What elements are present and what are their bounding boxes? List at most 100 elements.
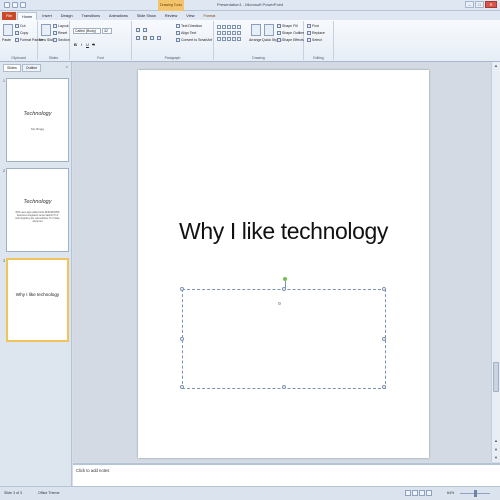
shape-outline-button[interactable]: Shape Outline	[277, 31, 304, 35]
justify-icon[interactable]	[157, 36, 161, 40]
shape-effects-button[interactable]: Shape Effects	[277, 38, 304, 42]
bold-button[interactable]: B	[73, 42, 78, 47]
slideshow-icon[interactable]	[426, 490, 432, 496]
scroll-up-icon[interactable]: ▲	[492, 62, 500, 69]
tab-review[interactable]: Review	[161, 12, 181, 20]
paste-button[interactable]: Paste	[2, 38, 11, 42]
shape-fill-button[interactable]: Shape Fill	[277, 24, 298, 28]
normal-view-icon[interactable]	[405, 490, 411, 496]
close-pane-icon[interactable]: ×	[66, 64, 68, 69]
slide-thumbnail-2[interactable]: Technology RDS uses apps added tools RFI…	[6, 168, 69, 252]
section-icon	[53, 38, 57, 42]
font-group: Calibri (Body) 32 B I U S Font	[70, 21, 132, 60]
shape-icon	[222, 37, 226, 41]
slide-thumbnail-1[interactable]: Technology Ms. Bragg	[6, 78, 69, 162]
smartart-label: Convert to SmartArt	[181, 38, 212, 42]
align-text-icon	[176, 31, 180, 35]
zoom-level[interactable]: 64%	[447, 491, 454, 495]
resize-handle[interactable]	[382, 337, 386, 341]
tab-file[interactable]: File	[2, 12, 17, 20]
pen-icon	[277, 31, 281, 35]
tab-transitions[interactable]: Transitions	[78, 12, 104, 20]
layout-button[interactable]: Layout	[53, 24, 69, 28]
quick-styles-icon[interactable]	[264, 24, 274, 36]
slide-sorter-icon[interactable]	[412, 490, 418, 496]
window-title: Presentation1 - Microsoft PowerPoint	[216, 2, 284, 7]
maximize-button[interactable]: □	[475, 1, 484, 8]
binoculars-icon	[307, 24, 311, 28]
resize-handle[interactable]	[282, 287, 286, 291]
find-button[interactable]: Find	[307, 24, 319, 28]
paint-bucket-icon	[277, 24, 281, 28]
italic-button[interactable]: I	[79, 42, 84, 47]
paste-icon[interactable]	[3, 24, 13, 36]
clipboard-group: Paste Cut Copy Format Painter Clipboard	[0, 21, 43, 60]
minimize-button[interactable]: –	[465, 1, 474, 8]
resize-handle[interactable]	[180, 385, 184, 389]
align-left-icon[interactable]	[136, 36, 140, 40]
tab-home[interactable]: Home	[17, 12, 38, 20]
font-size-select[interactable]: 32	[102, 28, 112, 34]
resize-handle[interactable]	[282, 385, 286, 389]
select-button[interactable]: Select	[307, 38, 322, 42]
reading-view-icon[interactable]	[419, 490, 425, 496]
tab-insert[interactable]: Insert	[38, 12, 56, 20]
reset-label: Reset	[58, 31, 68, 35]
slide-thumbnail-3[interactable]: Why I like technology	[6, 258, 69, 342]
notes-placeholder[interactable]: Click to add notes	[76, 468, 109, 473]
align-right-icon[interactable]	[150, 36, 154, 40]
smartart-button[interactable]: Convert to SmartArt	[176, 38, 212, 42]
close-button[interactable]: ✕	[485, 1, 497, 8]
reset-button[interactable]: Reset	[53, 31, 67, 35]
zoom-slider-knob[interactable]	[474, 490, 477, 497]
strikethrough-button[interactable]: S	[91, 42, 96, 47]
slide-title[interactable]: Why I like technology	[138, 218, 429, 245]
arrange-button[interactable]: Arrange	[249, 38, 261, 42]
tab-view[interactable]: View	[182, 12, 198, 20]
next-slide-icon[interactable]: ▼	[492, 446, 500, 453]
vertical-scrollbar[interactable]: ▲ ▲ ▼ ▼	[491, 62, 500, 462]
notes-pane[interactable]: Click to add notes	[73, 463, 500, 486]
new-slide-icon[interactable]	[41, 24, 51, 36]
resize-handle[interactable]	[180, 287, 184, 291]
brush-icon	[15, 38, 19, 42]
content-placeholder[interactable]	[180, 277, 386, 389]
tab-slide-show[interactable]: Slide Show	[133, 12, 160, 20]
slide-canvas[interactable]: Why I like technology	[138, 70, 429, 458]
section-button[interactable]: Section	[53, 38, 70, 42]
text-direction-icon	[176, 24, 180, 28]
shape-icon	[237, 31, 241, 35]
numbering-icon[interactable]	[143, 28, 147, 32]
rotation-handle[interactable]	[283, 277, 287, 281]
bullets-icon[interactable]	[136, 28, 140, 32]
layout-icon	[53, 24, 57, 28]
copy-button[interactable]: Copy	[15, 31, 28, 35]
slides-label: Slides	[48, 56, 59, 60]
resize-handle[interactable]	[382, 385, 386, 389]
underline-button[interactable]: U	[85, 42, 90, 47]
tab-outline[interactable]: Outline	[21, 64, 42, 72]
text-direction-button[interactable]: Text Direction	[176, 24, 202, 28]
slides-group: New Slide Layout Reset Section Slides	[38, 21, 70, 60]
scroll-down-icon[interactable]: ▼	[492, 454, 500, 461]
tab-format[interactable]: Format	[199, 12, 219, 20]
resize-handle[interactable]	[382, 287, 386, 291]
replace-button[interactable]: Replace	[307, 31, 325, 35]
scroll-thumb[interactable]	[493, 362, 499, 392]
align-text-button[interactable]: Align Text	[176, 31, 196, 35]
shape-icon	[227, 25, 231, 29]
tab-design[interactable]: Design	[57, 12, 77, 20]
previous-slide-icon[interactable]: ▲	[492, 437, 500, 444]
clipboard-label: Clipboard	[11, 56, 26, 60]
cut-button[interactable]: Cut	[15, 24, 25, 28]
tab-animations[interactable]: Animations	[105, 12, 132, 20]
font-family-select[interactable]: Calibri (Body)	[73, 28, 101, 34]
tab-slides[interactable]: Slides	[3, 64, 21, 72]
slide-number: 2	[3, 169, 5, 173]
align-text-label: Align Text	[181, 31, 197, 35]
arrange-icon[interactable]	[251, 24, 261, 36]
shapes-gallery[interactable]	[217, 25, 247, 43]
resize-handle[interactable]	[180, 337, 184, 341]
align-center-icon[interactable]	[143, 36, 147, 40]
copy-icon	[15, 31, 19, 35]
